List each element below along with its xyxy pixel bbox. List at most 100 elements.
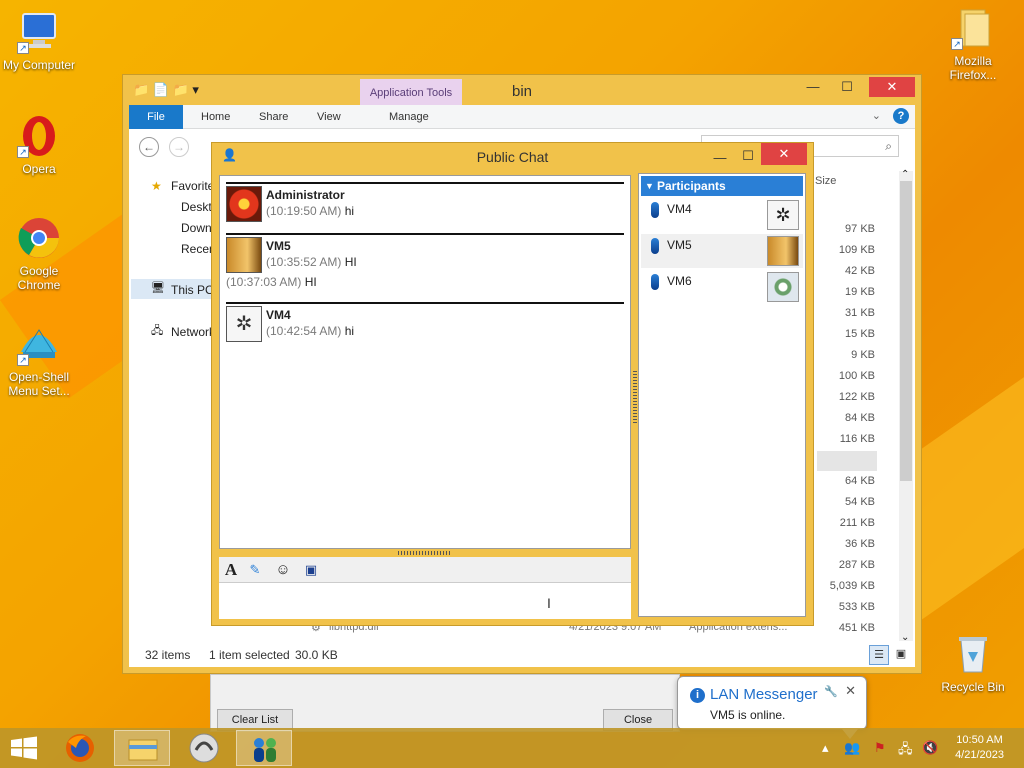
file-size-cell: 97 KB (845, 223, 875, 235)
navigation-pane: ★ Favorites Desktop Downloads Recent pla… (129, 171, 257, 641)
taskbar-file-explorer[interactable] (114, 730, 170, 766)
system-clock[interactable]: 10:50 AM 4/21/2023 (955, 733, 1004, 763)
column-header-size[interactable]: Size (815, 175, 836, 187)
file-size-cell: 533 KB (838, 601, 875, 613)
message-group: Administrator (10:19:50 AM) hi (226, 182, 624, 230)
desktop-icon-chrome[interactable]: Google Chrome (0, 216, 78, 292)
ribbon-expand-icon[interactable]: ⌄ (872, 109, 881, 122)
participant-vm6[interactable]: VM6 (641, 270, 803, 304)
close-button[interactable]: ✕ (869, 77, 915, 97)
close-icon[interactable]: ✕ (845, 683, 856, 699)
tab-manage[interactable]: Manage (389, 105, 429, 129)
robot-avatar: ✲ (767, 200, 799, 230)
maximize-button[interactable]: ☐ (833, 77, 861, 97)
message-input[interactable]: I (219, 583, 631, 619)
desktop-icon-recycle-bin[interactable]: Recycle Bin (934, 632, 1012, 694)
participant-vm4[interactable]: VM4 ✲ (641, 198, 803, 232)
tray-expand-icon[interactable]: ▴ (822, 740, 829, 756)
desktop-icon-firefox-folder[interactable]: ↗ Mozilla Firefox... (934, 6, 1012, 82)
vertical-splitter[interactable] (633, 371, 637, 423)
settings-icon[interactable]: 🔧 (824, 685, 838, 698)
network-icon: 🖧 (151, 325, 164, 337)
selection-count: 1 item selected (209, 648, 290, 662)
participants-header[interactable]: ▼ Participants (641, 176, 803, 196)
desktop-icon-label: Recycle Bin (941, 680, 1005, 694)
pc-icon: 🖥 (151, 282, 165, 294)
desktop-icon-my-computer[interactable]: ↗ My Computer (0, 10, 78, 72)
user-icon (651, 238, 659, 254)
start-button[interactable] (0, 730, 48, 766)
horizontal-splitter[interactable] (398, 551, 452, 555)
desktop-icon-opera[interactable]: ↗ Opera (0, 114, 78, 176)
close-button[interactable]: ✕ (761, 143, 807, 165)
message-log[interactable]: Administrator (10:19:50 AM) hi VM5 (10:3… (219, 175, 631, 549)
file-size-cell: 42 KB (845, 265, 875, 277)
sender-name: VM5 (266, 239, 291, 253)
desktop-icon-open-shell[interactable]: ↗ Open-Shell Menu Set... (0, 322, 78, 398)
file-size-cell: 109 KB (838, 244, 875, 256)
font-color-icon[interactable]: ✎ (245, 560, 265, 580)
taskbar-lan-messenger[interactable] (236, 730, 292, 766)
message-line: (10:35:52 AM) HI (266, 255, 357, 269)
explorer-scrollbar[interactable]: ⌃ ⌄ (899, 169, 913, 643)
tray-lan-messenger-icon[interactable]: 👥 (844, 740, 860, 756)
public-chat-window: 👤 Public Chat — ☐ ✕ Administrator (10:19… (211, 142, 814, 626)
file-size-cell: 19 KB (845, 286, 875, 298)
folder-icon: ↗ (951, 6, 995, 50)
forward-icon[interactable]: → (169, 137, 189, 157)
scroll-down-icon[interactable]: ⌄ (901, 632, 909, 643)
tray-action-center-icon[interactable]: ⚑ (874, 740, 886, 756)
file-size-cell: 100 KB (838, 370, 875, 382)
collapse-icon: ▼ (645, 181, 654, 191)
minimize-button[interactable]: — (707, 147, 733, 169)
smiley-icon[interactable]: ☺ (273, 560, 293, 580)
star-icon: ★ (151, 179, 162, 193)
message-group: ✲ VM4 (10:42:54 AM) hi (226, 302, 624, 350)
desktop-icon-label: Open-Shell Menu Set... (8, 370, 70, 398)
minimize-button[interactable]: — (799, 77, 827, 97)
user-icon (651, 274, 659, 290)
tray-volume-muted-icon[interactable]: 🔇 (922, 740, 938, 756)
file-size-cell: 287 KB (838, 559, 875, 571)
desktop-icon-label: Google Chrome (17, 264, 61, 292)
status-bar: 32 items 1 item selected 30.0 KB ☰ ▣ (129, 643, 915, 667)
notification-toast[interactable]: i LAN Messenger VM5 is online. 🔧 ✕ (677, 676, 867, 739)
taskbar-open-shell[interactable] (176, 730, 232, 766)
message-group: VM5 (10:35:52 AM) HI (10:37:03 AM) HI (226, 233, 624, 299)
scroll-up-icon[interactable]: ⌃ (901, 169, 909, 180)
format-toolbar: A ✎ ☺ ▣ (219, 557, 631, 583)
tab-view[interactable]: View (317, 105, 341, 129)
satellite-avatar (767, 272, 799, 302)
taskbar-firefox[interactable] (52, 730, 108, 766)
file-size-cell: 36 KB (845, 538, 875, 550)
nav-this-pc[interactable]: This PC (171, 283, 214, 301)
toast-message: VM5 is online. (710, 708, 786, 722)
selection-size: 30.0 KB (295, 648, 338, 662)
participants-header-label: Participants (657, 179, 726, 193)
participants-pane: ▼ Participants VM4 ✲ VM5 VM6 (638, 173, 806, 617)
tab-share[interactable]: Share (259, 105, 288, 129)
help-icon[interactable]: ? (893, 108, 909, 124)
scroll-thumb[interactable] (900, 181, 912, 481)
message-time: (10:19:50 AM) (266, 204, 342, 218)
participant-vm5[interactable]: VM5 (641, 234, 803, 268)
tiles-view-icon[interactable]: ▣ (891, 645, 911, 665)
save-icon[interactable]: ▣ (301, 560, 321, 580)
taskbar: ▴ 👥 ⚑ 🖧 🔇 10:50 AM 4/21/2023 (0, 728, 1024, 768)
message-text: HI (304, 275, 317, 289)
recycle-bin-icon (951, 632, 995, 676)
maximize-button[interactable]: ☐ (735, 145, 761, 167)
message-time: (10:37:03 AM) (226, 275, 302, 289)
nav-network[interactable]: Network (171, 325, 215, 343)
explorer-titlebar: 📁 📄 📁 ▾ Application Tools bin — ☐ ✕ (123, 75, 921, 105)
font-icon[interactable]: A (221, 560, 241, 580)
info-icon: i (690, 688, 705, 703)
tab-home[interactable]: Home (201, 105, 230, 129)
lan-messenger-window: Clear List Close (210, 674, 680, 732)
details-view-icon[interactable]: ☰ (869, 645, 889, 665)
clock-date: 4/21/2023 (955, 749, 1004, 761)
desktop-icon-label: Opera (22, 162, 56, 176)
tab-file[interactable]: File (129, 105, 183, 129)
back-icon[interactable]: ← (139, 137, 159, 157)
tray-network-icon[interactable]: 🖧 (898, 740, 913, 762)
